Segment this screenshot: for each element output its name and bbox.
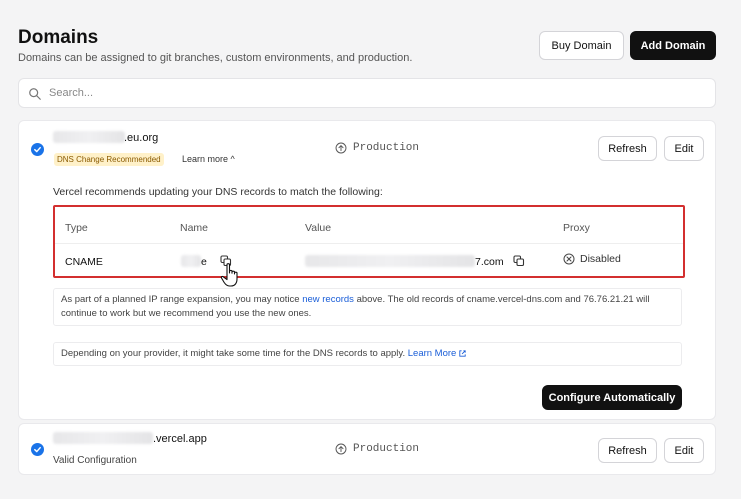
column-header-value: Value bbox=[305, 222, 332, 234]
search-bar bbox=[18, 78, 716, 108]
proxy-text: Disabled bbox=[580, 253, 621, 265]
page-title: Domains bbox=[18, 27, 99, 48]
environment-label: Production bbox=[335, 443, 419, 455]
configuration-status: Valid Configuration bbox=[53, 455, 137, 466]
domain-card: .vercel.app Valid Configuration Producti… bbox=[18, 423, 716, 475]
dns-records-table: Type Name Value Proxy CNAME e 7.com Disa… bbox=[53, 205, 685, 287]
domain-name-suffix[interactable]: .eu.org bbox=[124, 132, 158, 144]
search-icon bbox=[29, 88, 41, 100]
proxy-status: Disabled bbox=[563, 253, 621, 265]
buy-domain-button[interactable]: Buy Domain bbox=[539, 31, 624, 60]
column-header-name: Name bbox=[180, 222, 209, 234]
page-header: Domains Domains can be assigned to git b… bbox=[18, 27, 718, 67]
x-circle-icon bbox=[563, 253, 575, 265]
refresh-button[interactable]: Refresh bbox=[598, 438, 657, 463]
arrow-up-circle-icon bbox=[335, 443, 347, 455]
environment-text: Production bbox=[353, 142, 420, 154]
record-type: CNAME bbox=[65, 256, 103, 268]
configure-automatically-button[interactable]: Configure Automatically bbox=[542, 385, 682, 410]
environment-text: Production bbox=[353, 443, 420, 455]
page-subtitle: Domains can be assigned to git branches,… bbox=[18, 52, 413, 64]
record-value-suffix: 7.com bbox=[475, 256, 504, 268]
search-input[interactable] bbox=[49, 84, 689, 102]
dns-recommendation-text: Vercel recommends updating your DNS reco… bbox=[53, 186, 383, 198]
ip-expansion-note: As part of a planned IP range expansion,… bbox=[53, 288, 682, 326]
redacted-domain-name bbox=[53, 131, 125, 143]
note-text: As part of a planned IP range expansion,… bbox=[61, 294, 303, 305]
checkmark-icon bbox=[31, 443, 44, 456]
environment-label: Production bbox=[335, 142, 419, 154]
new-records-link[interactable]: new records bbox=[302, 294, 354, 305]
pointer-hand-cursor-icon bbox=[220, 263, 238, 287]
arrow-up-circle-icon bbox=[335, 142, 347, 154]
edit-button[interactable]: Edit bbox=[664, 438, 704, 463]
edit-button[interactable]: Edit bbox=[664, 136, 704, 161]
redacted-record-name bbox=[181, 255, 201, 267]
refresh-button[interactable]: Refresh bbox=[598, 136, 657, 161]
learn-more-toggle[interactable]: Learn more ^ bbox=[182, 154, 235, 164]
record-name-suffix: e bbox=[201, 256, 207, 268]
checkmark-icon bbox=[31, 143, 44, 156]
learn-more-link[interactable]: Learn More bbox=[408, 348, 457, 359]
divider bbox=[55, 243, 683, 244]
domain-card: .eu.org DNS Change Recommended Learn mor… bbox=[18, 120, 716, 420]
external-link-icon[interactable] bbox=[458, 349, 467, 358]
redacted-domain-name bbox=[53, 432, 153, 444]
copy-icon[interactable] bbox=[513, 255, 525, 267]
column-header-proxy: Proxy bbox=[563, 222, 590, 234]
redacted-record-value bbox=[305, 255, 475, 267]
column-header-type: Type bbox=[65, 222, 88, 234]
note-text: Depending on your provider, it might tak… bbox=[61, 348, 408, 359]
status-badge: DNS Change Recommended bbox=[54, 153, 164, 166]
add-domain-button[interactable]: Add Domain bbox=[630, 31, 716, 60]
domain-name-suffix[interactable]: .vercel.app bbox=[153, 433, 207, 445]
propagation-note: Depending on your provider, it might tak… bbox=[53, 342, 682, 366]
